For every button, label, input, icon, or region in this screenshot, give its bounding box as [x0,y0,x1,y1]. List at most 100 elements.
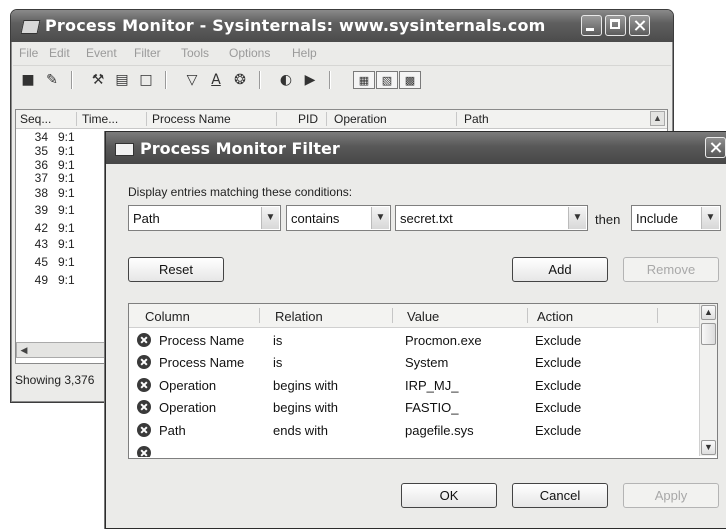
open-icon[interactable]: ✎ [43,71,61,89]
row-time: 9:1 [58,221,75,235]
column-divider[interactable] [527,308,528,323]
horizontal-scrollbar[interactable]: ◀ [16,342,106,358]
registry-icon[interactable]: ▦ [353,71,375,89]
column-divider[interactable] [392,308,393,323]
remove-button[interactable]: Remove [623,257,719,282]
save-icon[interactable]: ■ [19,71,37,89]
dialog-title-bar[interactable]: Process Monitor Filter [106,132,726,164]
column-divider[interactable] [326,112,327,126]
clear-icon[interactable]: □ [137,71,155,89]
network-icon[interactable]: ❂ [231,71,249,89]
column-divider[interactable] [146,112,147,126]
col-operation[interactable]: Operation [334,112,387,126]
menu-bar: File Edit Event Filter Tools Options Hel… [13,43,671,63]
exclude-icon [137,423,151,437]
column-select[interactable]: Path ▼ [128,205,281,231]
event-list-header: Seq... Time... Process Name PID Operatio… [16,110,667,129]
rule-action: Exclude [535,355,582,370]
menu-edit[interactable]: Edit [49,46,70,60]
row-time: 9:1 [58,171,75,185]
reset-button[interactable]: Reset [128,257,224,282]
highlight-icon[interactable]: A [207,71,225,89]
rules-col-action[interactable]: Action [537,309,573,324]
column-divider[interactable] [456,112,457,126]
chevron-down-icon[interactable]: ▼ [371,207,389,229]
rules-vertical-scrollbar[interactable]: ▲ ▼ [699,304,717,456]
filter-rule-row[interactable]: Path ends with pagefile.sys Exclude [129,420,699,442]
rule-relation: ends with [273,423,328,438]
toolbar-separator [329,71,331,89]
menu-help[interactable]: Help [292,46,317,60]
find-icon[interactable]: ◐ [277,71,295,89]
list-scroll-up-button[interactable]: ▲ [650,111,665,126]
window-title: Process Monitor - Sysinternals: www.sysi… [45,16,546,35]
dialog-title: Process Monitor Filter [140,139,340,158]
row-seq: 35 [34,144,48,158]
filter-icon[interactable]: ▽ [183,71,201,89]
relation-select[interactable]: contains ▼ [286,205,391,231]
value-input[interactable]: secret.txt ▼ [395,205,588,231]
chevron-down-icon[interactable]: ▼ [701,207,719,229]
col-seq[interactable]: Seq... [20,112,51,126]
column-divider[interactable] [276,112,277,126]
jump-icon[interactable]: ▶ [301,71,319,89]
menu-tools[interactable]: Tools [181,46,209,60]
col-path[interactable]: Path [464,112,489,126]
scroll-left-icon[interactable]: ◀ [17,343,31,357]
rules-col-column[interactable]: Column [145,309,190,324]
chevron-down-icon[interactable]: ▼ [568,207,586,229]
row-time: 9:1 [58,158,75,172]
menu-file[interactable]: File [19,46,38,60]
rule-action: Exclude [535,423,582,438]
filter-rule-row[interactable]: Operation begins with IRP_MJ_ Exclude [129,375,699,397]
minimize-button[interactable] [581,15,602,36]
filter-rule-row[interactable]: Process Name is Procmon.exe Exclude [129,330,699,352]
rule-relation: begins with [273,378,339,393]
col-pid[interactable]: PID [298,112,318,126]
apply-button[interactable]: Apply [623,483,719,508]
cancel-button[interactable]: Cancel [512,483,608,508]
column-divider[interactable] [657,308,658,323]
autoscroll-icon[interactable]: ▤ [113,71,131,89]
filesystem-icon[interactable]: ▧ [376,71,398,89]
filter-rules-list[interactable]: Column Relation Value Action Process Nam… [128,303,718,459]
menu-options[interactable]: Options [229,46,270,60]
close-button[interactable] [629,15,650,36]
rule-action: Exclude [535,378,582,393]
conditions-prompt: Display entries matching these condition… [128,185,353,199]
row-time: 9:1 [58,203,75,217]
ok-button[interactable]: OK [401,483,497,508]
action-select[interactable]: Include ▼ [631,205,721,231]
menu-event[interactable]: Event [86,46,117,60]
col-time[interactable]: Time... [82,112,118,126]
rule-action: Exclude [535,400,582,415]
rules-col-value[interactable]: Value [407,309,439,324]
rule-column: Operation [159,378,217,393]
chevron-down-icon[interactable]: ▼ [261,207,279,229]
capture-icon[interactable]: ⚒ [89,71,107,89]
column-divider[interactable] [259,308,260,323]
col-process-name[interactable]: Process Name [152,112,231,126]
filter-rule-row[interactable]: Process Name is System Exclude [129,352,699,374]
rule-relation: begins with [273,400,339,415]
filter-rule-row[interactable]: Operation begins with FASTIO_ Exclude [129,397,699,419]
scroll-down-icon[interactable]: ▼ [701,440,716,455]
process-icon[interactable]: ▩ [399,71,421,89]
main-title-bar[interactable]: Process Monitor - Sysinternals: www.sysi… [11,10,673,42]
row-seq: 36 [34,158,48,172]
rules-col-relation[interactable]: Relation [275,309,323,324]
rule-column: Process Name [159,333,245,348]
filter-rule-row-partial[interactable] [129,443,699,457]
maximize-button[interactable] [605,15,626,36]
rule-relation: is [273,333,283,348]
toolbar-separator [71,71,73,89]
row-time: 9:1 [58,144,75,158]
rule-action: Exclude [535,333,582,348]
column-divider[interactable] [76,112,77,126]
scroll-thumb[interactable] [701,323,716,345]
add-button[interactable]: Add [512,257,608,282]
scroll-up-icon[interactable]: ▲ [701,305,716,320]
rules-header: Column Relation Value Action [129,304,699,328]
dialog-close-button[interactable] [705,137,726,158]
menu-filter[interactable]: Filter [134,46,161,60]
